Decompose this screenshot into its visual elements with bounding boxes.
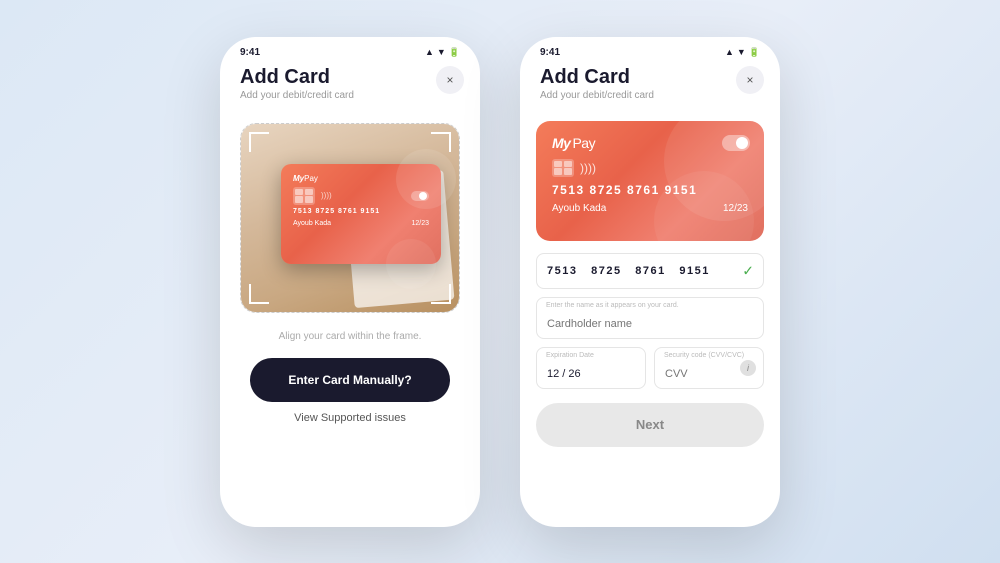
card-name-display: Ayoub Kada [552,203,606,214]
status-icons-right: ▲ ▼ 🔋 [725,47,760,58]
status-bar-right: 9:41 ▲ ▼ 🔋 [520,37,780,62]
card-number-row: ✓ [536,253,764,289]
card-number-preview: 7513 8725 8761 9151 [293,208,429,215]
cvv-row: Security code (CVV/CVC) i [654,347,764,389]
scan-corner-tr [431,132,451,152]
form-area: ✓ Enter the name as it appears on your c… [520,253,780,389]
chip-cell [564,168,572,174]
page-title-left: Add Card [240,66,460,89]
align-text: Align your card within the frame. [220,323,480,358]
camera-view: MyPay )))) 7513 8725 8761 9151 [241,124,459,312]
scan-corner-tl [249,132,269,152]
expiry-cvv-row: Expiration Date Security code (CVV/CVC) … [536,347,764,389]
status-bar-left: 9:41 ▲ ▼ 🔋 [220,37,480,62]
scanner-area: MyPay )))) 7513 8725 8761 9151 [240,123,460,313]
page-subtitle-left: Add your debit/credit card [240,90,460,101]
cardholder-row: Enter the name as it appears on your car… [536,297,764,339]
cardholder-label: Enter the name as it appears on your car… [546,302,679,309]
status-icons-left: ▲ ▼ 🔋 [425,47,460,58]
phone-right: 9:41 ▲ ▼ 🔋 Add Card Add your debit/credi… [520,37,780,527]
nfc-icon: )))) [580,161,596,175]
close-button-right[interactable]: × [736,66,764,94]
card-preview-left: MyPay )))) 7513 8725 8761 9151 [281,164,441,264]
page-title-right: Add Card [540,66,760,89]
battery-icon: 🔋 [449,47,460,58]
phone-left: 9:41 ▲ ▼ 🔋 Add Card Add your debit/credi… [220,37,480,527]
card-number-input[interactable] [536,253,764,289]
page-header-right: Add Card Add your debit/credit card × [520,62,780,113]
next-button[interactable]: Next [536,403,764,447]
chip-cell [554,161,562,167]
signal-icon-r: ▲ [725,47,734,57]
scan-corner-br [431,284,451,304]
battery-icon-r: 🔋 [749,47,760,58]
signal-icon: ▲ [425,47,434,57]
enter-manually-button[interactable]: Enter Card Manually? [250,358,450,402]
chip-icon [552,159,574,177]
brand-pay: Pay [572,135,595,151]
wifi-icon-r: ▼ [737,47,746,57]
check-icon: ✓ [742,262,754,279]
expiry-row: Expiration Date [536,347,646,389]
card-expiry-preview: 12/23 [411,220,429,227]
toggle-knob [736,137,748,149]
expiry-label: Expiration Date [546,352,594,359]
supported-issues-button[interactable]: View Supported issues [294,412,406,424]
time-left: 9:41 [240,47,260,58]
card-toggle[interactable] [722,135,750,151]
card-display: MyPay )))) 7513 8725 8761 9151 Ayoub Kad… [536,121,764,241]
time-right: 9:41 [540,47,560,58]
phones-container: 9:41 ▲ ▼ 🔋 Add Card Add your debit/credi… [220,37,780,527]
brand-my: My [552,135,570,151]
scan-corner-bl [249,284,269,304]
page-subtitle-right: Add your debit/credit card [540,90,760,101]
card-name-preview: Ayoub Kada [293,220,331,227]
chip-cell [554,168,562,174]
close-button-left[interactable]: × [436,66,464,94]
cvv-info-icon[interactable]: i [740,360,756,376]
cvv-label: Security code (CVV/CVC) [664,352,744,359]
chip-cell [564,161,572,167]
page-header-left: Add Card Add your debit/credit card × [220,62,480,113]
wifi-icon: ▼ [437,47,446,57]
